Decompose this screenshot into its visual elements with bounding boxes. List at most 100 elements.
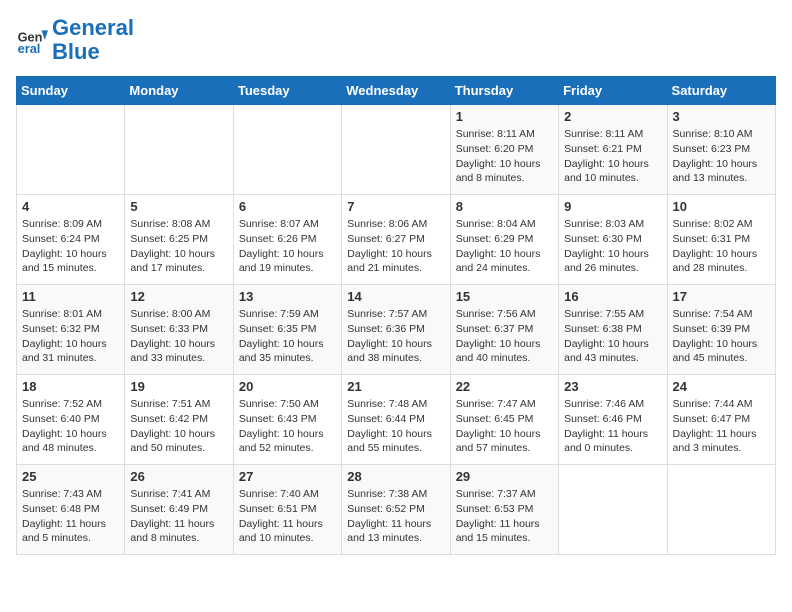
- day-info: Sunrise: 7:51 AMSunset: 6:42 PMDaylight:…: [130, 397, 227, 456]
- day-info: Sunrise: 8:08 AMSunset: 6:25 PMDaylight:…: [130, 217, 227, 276]
- logo-icon: Gen eral: [16, 24, 48, 56]
- day-info: Sunrise: 7:52 AMSunset: 6:40 PMDaylight:…: [22, 397, 119, 456]
- calendar-header-row: SundayMondayTuesdayWednesdayThursdayFrid…: [17, 77, 776, 105]
- calendar-cell: [667, 465, 775, 555]
- day-number: 17: [673, 289, 770, 304]
- day-number: 8: [456, 199, 553, 214]
- calendar-cell: 22 Sunrise: 7:47 AMSunset: 6:45 PMDayligh…: [450, 375, 558, 465]
- day-info: Sunrise: 7:57 AMSunset: 6:36 PMDaylight:…: [347, 307, 444, 366]
- day-number: 1: [456, 109, 553, 124]
- day-info: Sunrise: 7:55 AMSunset: 6:38 PMDaylight:…: [564, 307, 661, 366]
- calendar-cell: 14 Sunrise: 7:57 AMSunset: 6:36 PMDayligh…: [342, 285, 450, 375]
- day-number: 29: [456, 469, 553, 484]
- day-number: 13: [239, 289, 336, 304]
- calendar-cell: 29 Sunrise: 7:37 AMSunset: 6:53 PMDayligh…: [450, 465, 558, 555]
- day-number: 18: [22, 379, 119, 394]
- calendar-cell: 8Sunrise: 8:04 AMSunset: 6:29 PMDaylight…: [450, 195, 558, 285]
- day-number: 28: [347, 469, 444, 484]
- day-info: Sunrise: 8:07 AMSunset: 6:26 PMDaylight:…: [239, 217, 336, 276]
- day-number: 15: [456, 289, 553, 304]
- calendar-cell: 27 Sunrise: 7:40 AMSunset: 6:51 PMDayligh…: [233, 465, 341, 555]
- day-info: Sunrise: 7:43 AMSunset: 6:48 PMDaylight:…: [22, 487, 119, 546]
- day-number: 6: [239, 199, 336, 214]
- day-info: Sunrise: 8:01 AMSunset: 6:32 PMDaylight:…: [22, 307, 119, 366]
- day-info: Sunrise: 7:50 AMSunset: 6:43 PMDaylight:…: [239, 397, 336, 456]
- calendar-cell: 23 Sunrise: 7:46 AMSunset: 6:46 PMDayligh…: [559, 375, 667, 465]
- week-row-5: 25 Sunrise: 7:43 AMSunset: 6:48 PMDayligh…: [17, 465, 776, 555]
- calendar-cell: 28 Sunrise: 7:38 AMSunset: 6:52 PMDayligh…: [342, 465, 450, 555]
- day-info: Sunrise: 7:46 AMSunset: 6:46 PMDaylight:…: [564, 397, 661, 456]
- calendar-cell: 15Sunrise: 7:56 AMSunset: 6:37 PMDayligh…: [450, 285, 558, 375]
- calendar-cell: 20 Sunrise: 7:50 AMSunset: 6:43 PMDayligh…: [233, 375, 341, 465]
- calendar-cell: 25 Sunrise: 7:43 AMSunset: 6:48 PMDayligh…: [17, 465, 125, 555]
- calendar-cell: 13 Sunrise: 7:59 AMSunset: 6:35 PMDayligh…: [233, 285, 341, 375]
- day-header-sunday: Sunday: [17, 77, 125, 105]
- day-header-monday: Monday: [125, 77, 233, 105]
- day-header-saturday: Saturday: [667, 77, 775, 105]
- calendar-cell: 11 Sunrise: 8:01 AMSunset: 6:32 PMDayligh…: [17, 285, 125, 375]
- day-number: 3: [673, 109, 770, 124]
- calendar-cell: 7 Sunrise: 8:06 AMSunset: 6:27 PMDaylight…: [342, 195, 450, 285]
- day-info: Sunrise: 7:59 AMSunset: 6:35 PMDaylight:…: [239, 307, 336, 366]
- day-number: 4: [22, 199, 119, 214]
- day-number: 14: [347, 289, 444, 304]
- day-info: Sunrise: 7:37 AMSunset: 6:53 PMDaylight:…: [456, 487, 553, 546]
- week-row-2: 4 Sunrise: 8:09 AMSunset: 6:24 PMDaylight…: [17, 195, 776, 285]
- day-header-tuesday: Tuesday: [233, 77, 341, 105]
- day-info: Sunrise: 8:11 AMSunset: 6:20 PMDaylight:…: [456, 127, 553, 186]
- day-info: Sunrise: 7:54 AMSunset: 6:39 PMDaylight:…: [673, 307, 770, 366]
- day-number: 5: [130, 199, 227, 214]
- day-number: 24: [673, 379, 770, 394]
- calendar-table: SundayMondayTuesdayWednesdayThursdayFrid…: [16, 76, 776, 555]
- day-header-wednesday: Wednesday: [342, 77, 450, 105]
- day-info: Sunrise: 8:10 AMSunset: 6:23 PMDaylight:…: [673, 127, 770, 186]
- day-info: Sunrise: 7:41 AMSunset: 6:49 PMDaylight:…: [130, 487, 227, 546]
- day-number: 25: [22, 469, 119, 484]
- page-header: Gen eral GeneralBlue: [16, 16, 776, 64]
- calendar-cell: 24Sunrise: 7:44 AMSunset: 6:47 PMDayligh…: [667, 375, 775, 465]
- calendar-cell: 17 Sunrise: 7:54 AMSunset: 6:39 PMDayligh…: [667, 285, 775, 375]
- calendar-cell: 3 Sunrise: 8:10 AMSunset: 6:23 PMDaylight…: [667, 105, 775, 195]
- day-number: 16: [564, 289, 661, 304]
- calendar-cell: [17, 105, 125, 195]
- calendar-cell: 16 Sunrise: 7:55 AMSunset: 6:38 PMDayligh…: [559, 285, 667, 375]
- logo-text: GeneralBlue: [52, 16, 134, 64]
- day-number: 23: [564, 379, 661, 394]
- day-number: 12: [130, 289, 227, 304]
- day-number: 19: [130, 379, 227, 394]
- day-info: Sunrise: 8:02 AMSunset: 6:31 PMDaylight:…: [673, 217, 770, 276]
- calendar-cell: [559, 465, 667, 555]
- calendar-cell: 1 Sunrise: 8:11 AMSunset: 6:20 PMDaylight…: [450, 105, 558, 195]
- day-number: 7: [347, 199, 444, 214]
- day-number: 20: [239, 379, 336, 394]
- calendar-cell: 2Sunrise: 8:11 AMSunset: 6:21 PMDaylight…: [559, 105, 667, 195]
- week-row-1: 1 Sunrise: 8:11 AMSunset: 6:20 PMDaylight…: [17, 105, 776, 195]
- day-info: Sunrise: 7:47 AMSunset: 6:45 PMDaylight:…: [456, 397, 553, 456]
- day-number: 2: [564, 109, 661, 124]
- calendar-cell: 6 Sunrise: 8:07 AMSunset: 6:26 PMDaylight…: [233, 195, 341, 285]
- calendar-cell: 18 Sunrise: 7:52 AMSunset: 6:40 PMDayligh…: [17, 375, 125, 465]
- day-info: Sunrise: 8:06 AMSunset: 6:27 PMDaylight:…: [347, 217, 444, 276]
- calendar-cell: 26 Sunrise: 7:41 AMSunset: 6:49 PMDayligh…: [125, 465, 233, 555]
- calendar-cell: [125, 105, 233, 195]
- day-number: 22: [456, 379, 553, 394]
- day-info: Sunrise: 8:09 AMSunset: 6:24 PMDaylight:…: [22, 217, 119, 276]
- day-info: Sunrise: 8:03 AMSunset: 6:30 PMDaylight:…: [564, 217, 661, 276]
- day-info: Sunrise: 7:48 AMSunset: 6:44 PMDaylight:…: [347, 397, 444, 456]
- day-number: 11: [22, 289, 119, 304]
- calendar-cell: 12Sunrise: 8:00 AMSunset: 6:33 PMDayligh…: [125, 285, 233, 375]
- day-header-thursday: Thursday: [450, 77, 558, 105]
- calendar-cell: 19 Sunrise: 7:51 AMSunset: 6:42 PMDayligh…: [125, 375, 233, 465]
- day-info: Sunrise: 7:40 AMSunset: 6:51 PMDaylight:…: [239, 487, 336, 546]
- day-number: 21: [347, 379, 444, 394]
- calendar-cell: [233, 105, 341, 195]
- day-info: Sunrise: 7:38 AMSunset: 6:52 PMDaylight:…: [347, 487, 444, 546]
- day-number: 27: [239, 469, 336, 484]
- calendar-cell: 21 Sunrise: 7:48 AMSunset: 6:44 PMDayligh…: [342, 375, 450, 465]
- calendar-cell: [342, 105, 450, 195]
- logo: Gen eral GeneralBlue: [16, 16, 134, 64]
- day-number: 10: [673, 199, 770, 214]
- day-number: 26: [130, 469, 227, 484]
- day-number: 9: [564, 199, 661, 214]
- svg-text:eral: eral: [18, 41, 41, 56]
